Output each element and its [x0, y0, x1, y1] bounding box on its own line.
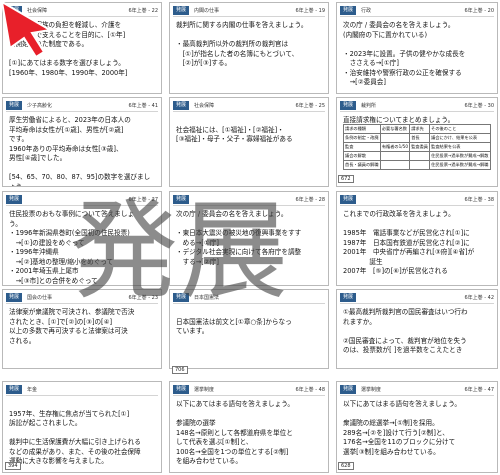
card-subject: 年金	[27, 387, 38, 393]
table-cell: 住民投票→過半数が賛成→解職	[429, 160, 491, 170]
card-text: 日本国憲法は前文と[①章○条]からなっ ています。	[176, 317, 292, 336]
card-meta: 6年上巻 - 22	[128, 8, 158, 14]
card-meta: 6年上巻 - 19	[295, 8, 325, 14]
card-subject: 選挙制度	[361, 387, 382, 393]
card-meta: 6年上巻 - 27	[128, 197, 158, 203]
card-meta: 6年上巻 - 25	[295, 103, 325, 109]
category-tag: 発展	[173, 195, 190, 204]
card-11: 発展 日本国憲法 日本国憲法は前文と[①章○条]からなっ ています。	[169, 289, 329, 369]
card-text: 次の庁 / 委員会の名を答えましょう。 ・東日本大震災の被災地の復興事業をすす …	[176, 210, 302, 266]
card-meta: 6年上巻 - 28	[295, 197, 325, 203]
card-10: 発展 国会の仕事 6年上巻 - 23 法律案が衆議院で可決され、参議院で否決 された…	[2, 289, 162, 369]
table-row: 議会の解散 住民投票→過半数が賛成→解散	[343, 151, 491, 161]
table-cell: 条例の制定・改廃	[343, 133, 381, 143]
card-subject: 選挙制度	[194, 387, 215, 393]
card-meta: 6年上巻 - 47	[464, 387, 494, 393]
card-subject: 少子高齢化	[27, 103, 53, 109]
card-text: 1957年、生存権に焦点が当てられた[①] 訴訟が起こされました。 裁判中に生活…	[9, 409, 141, 466]
card-text: 以下にあてはまる語句を答えましょう。 衆議院の総選挙→[①制]を採用。 289名…	[343, 400, 462, 456]
card-9: 発展 6年上巻 - 38 これまでの行政改革を答えましょう。 1985年 電話事業…	[336, 191, 498, 286]
table-cell	[409, 151, 431, 161]
card-subject: 裁判所	[361, 103, 377, 109]
table-cell: 有権者の1/50	[379, 142, 411, 152]
table-cell: 首長	[409, 133, 431, 143]
card-subject: 行政	[361, 8, 372, 14]
category-tag: 発展	[6, 195, 23, 204]
category-tag: 発展	[173, 101, 190, 110]
category-tag: 発展	[173, 385, 190, 394]
table-cell: 住民投票→過半数が賛成→解散	[429, 151, 491, 161]
card-2: 発展 内閣の仕事 6年上巻 - 19 裁判所に関する内閣の仕事を答えましょう。 ・最…	[169, 2, 329, 94]
card-meta: 6年上巻 - 23	[128, 295, 158, 301]
card-meta: 6年上巻 - 41	[128, 103, 158, 109]
category-tag: 発展	[340, 385, 357, 394]
table-cell	[379, 160, 411, 170]
table-cell: 監査	[343, 142, 381, 152]
category-tag: 発展	[340, 6, 357, 15]
category-tag: 発展	[340, 195, 357, 204]
page-number: 672	[338, 175, 354, 183]
card-subject: 日本国憲法	[194, 295, 220, 301]
table-cell: 監査委員	[409, 142, 431, 152]
card-subject: 社会保障	[194, 103, 215, 109]
card-3: 発展 行政 6年上巻 - 20 次の庁 / 委員会の名を答えましょう。 (内閣府の下…	[336, 2, 498, 94]
card-14: 発展 選挙制度 6年上巻 - 48 以下にあてはまる語句を答えましょう。 参議院の選…	[169, 381, 329, 473]
table-cell	[409, 160, 431, 170]
table-cell	[379, 151, 411, 161]
card-15: 発展 選挙制度 6年上巻 - 47 以下にあてはまる語句を答えましょう。 衆議院の総…	[336, 381, 498, 473]
card-meta: 6年上巻 - 38	[464, 197, 494, 203]
page-number: 706	[172, 366, 188, 374]
table-row: 請求の種類 必要な署名数 請求先 その後のこと	[343, 124, 491, 134]
table-cell: 監査結果を公表	[429, 142, 491, 152]
card-meta: 6年上巻 - 20	[464, 8, 494, 14]
table-row: 条例の制定・改廃 首長 議会にかけ、結果を公表	[343, 133, 491, 143]
card-text: 次の庁 / 委員会の名を答えましょう。 (内閣府の下に置かれている) ・2023…	[343, 21, 466, 86]
card-text: ①最高裁判所裁判官の国民審査はいつ行わ れますか。 ②国民審査によって、裁判官が…	[343, 308, 468, 354]
category-tag: 発展	[340, 293, 357, 302]
card-text: 法律案が衆議院で可決され、参議院で否決 されたとき、[①]で[②]の[③]の[④…	[9, 308, 135, 345]
direct-demand-table: 請求の種類 必要な署名数 請求先 その後のこと 条例の制定・改廃 首長 議会にかけ、結果を…	[343, 124, 491, 170]
table-cell: 議会にかけ、結果を公表	[429, 133, 491, 143]
cursor-arrow-icon	[0, 0, 53, 59]
table-cell: 必要な署名数	[379, 124, 411, 134]
card-text: 裁判所に関する内閣の仕事を答えましょう。 ・最高裁判所以外の裁判所の裁判官は […	[176, 21, 308, 67]
card-text: 住民投票のおもな事例について答えましょ う。 ・1996年新潟県巻町(全国初の住…	[9, 210, 135, 285]
category-tag: 発展	[340, 101, 357, 110]
category-tag: 発展	[173, 293, 190, 302]
page-number: 628	[338, 462, 354, 470]
card-text: 以下にあてはまる語句を答えましょう。 参議院の選挙 148名→原則として各都道府…	[176, 400, 295, 465]
card-12: 発展 6年上巻 - 42 ①最高裁判所裁判官の国民審査はいつ行わ れますか。 ②国…	[336, 289, 498, 369]
card-meta: 6年上巻 - 30	[464, 103, 494, 109]
card-meta: 6年上巻 - 48	[295, 387, 325, 393]
table-cell	[379, 133, 411, 143]
page-number: 394	[5, 462, 21, 470]
card-subject: 国会の仕事	[27, 295, 53, 301]
card-text: これまでの行政改革を答えましょう。 1985年 電話事業などが民営化され[①]に…	[343, 210, 475, 275]
card-5: 発展 社会保障 6年上巻 - 25 社会福祉には、[①福祉]・[②福祉]・ [③福祉…	[169, 97, 329, 187]
table-cell: その後のこと	[429, 124, 491, 134]
table-row: 首長・議員の解職 住民投票→過半数が賛成→解職	[343, 160, 491, 170]
card-4: 発展 少子高齢化 6年上巻 - 41 厚生労働省によると、2023年の日本人の 平均…	[2, 97, 162, 187]
card-13: 発展 年金 1957年、生存権に焦点が当てられた[①] 訴訟が起こされました。 裁…	[2, 381, 162, 473]
card-subject: 内閣の仕事	[194, 8, 220, 14]
card-meta: 6年上巻 - 42	[464, 295, 494, 301]
card-6: 発展 裁判所 6年上巻 - 30 直接請求権についてまとめましょう。 請求の種類 必要…	[336, 97, 498, 187]
table-row: 監査 有権者の1/50 監査委員 監査結果を公表	[343, 142, 491, 152]
category-tag: 発展	[173, 6, 190, 15]
category-tag: 発展	[6, 293, 23, 302]
table-cell: 議会の解散	[343, 151, 381, 161]
category-tag: 発展	[6, 385, 23, 394]
category-tag: 発展	[6, 101, 23, 110]
table-cell: 請求の種類	[343, 124, 381, 134]
table-cell: 請求先	[409, 124, 431, 134]
card-7: 発展 6年上巻 - 27 住民投票のおもな事例について答えましょ う。 ・1996…	[2, 191, 162, 286]
card-text: 社会福祉には、[①福祉]・[②福祉]・ [③福祉]・母子・父子・寡婦福祉がある	[176, 125, 293, 144]
card-text: 厚生労働省によると、2023年の日本人の 平均寿命は女性が[①歳]、男性が[②歳…	[9, 116, 151, 187]
card-8: 発展 6年上巻 - 28 次の庁 / 委員会の名を答えましょう。 ・東日本大震災の…	[169, 191, 329, 286]
table-cell: 首長・議員の解職	[343, 160, 381, 170]
